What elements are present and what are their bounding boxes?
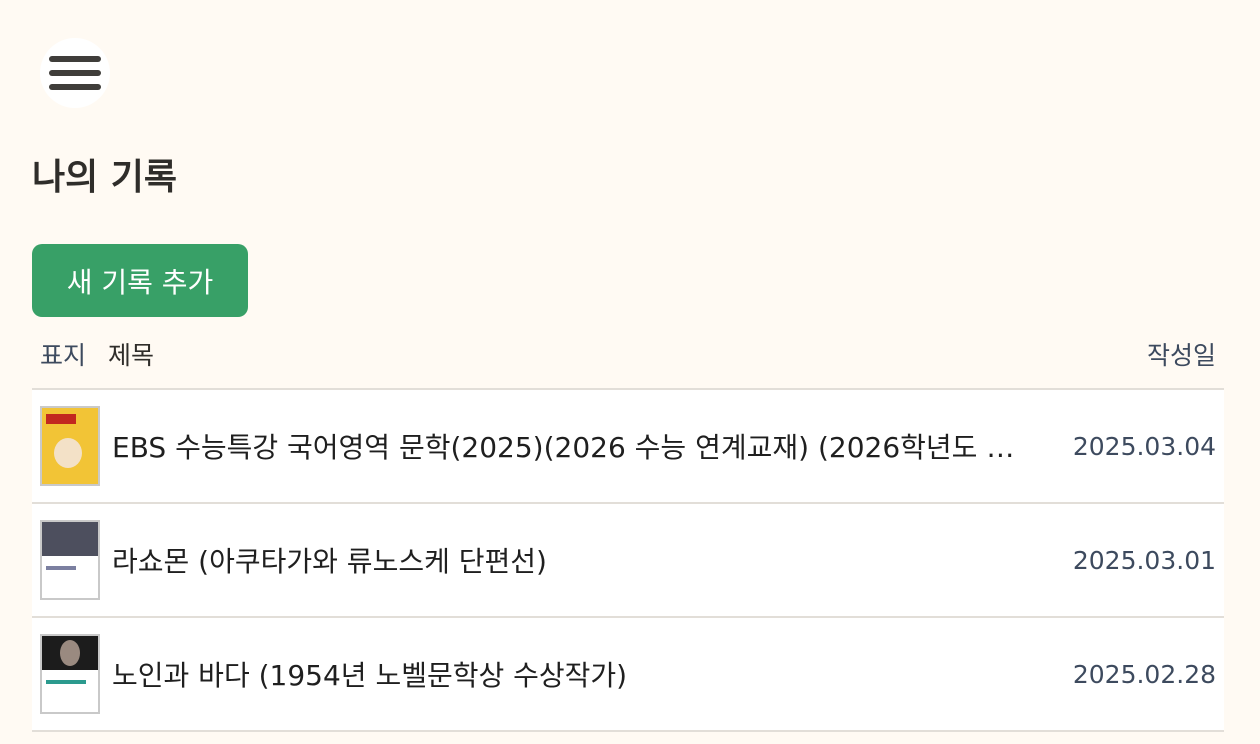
page-title: 나의 기록 [32,157,178,198]
table-row[interactable]: 라쇼몬 (아쿠타가와 류노스케 단편선) 2025.03.01 [32,504,1224,618]
row-date: 2025.03.04 [1072,431,1216,461]
table-row[interactable]: 노인과 바다 (1954년 노벨문학상 수상작가) 2025.02.28 [32,618,1224,732]
row-title: 노인과 바다 (1954년 노벨문학상 수상작가) [112,659,628,692]
book-cover-image [40,520,100,600]
column-header-date: 작성일 [1146,341,1216,370]
row-title: 라쇼몬 (아쿠타가와 류노스케 단편선) [112,545,547,578]
hamburger-menu-icon [49,56,101,90]
table-header: 표지 제목 작성일 [32,320,1224,390]
column-header-title: 제목 [108,341,155,370]
row-date: 2025.02.28 [1072,659,1216,689]
row-title: EBS 수능특강 국어영역 문학(2025)(2026 수능 연계교재) (20… [112,431,1056,464]
book-cover-image [40,406,100,486]
menu-button[interactable] [40,38,110,108]
column-header-cover: 표지 [40,341,87,370]
table-row[interactable]: EBS 수능특강 국어영역 문학(2025)(2026 수능 연계교재) (20… [32,390,1224,504]
records-table: 표지 제목 작성일 EBS 수능특강 국어영역 문학(2025)(2026 수능… [32,320,1224,732]
book-cover-image [40,634,100,714]
row-date: 2025.03.01 [1072,545,1216,575]
add-record-button[interactable]: 새 기록 추가 [32,244,248,317]
